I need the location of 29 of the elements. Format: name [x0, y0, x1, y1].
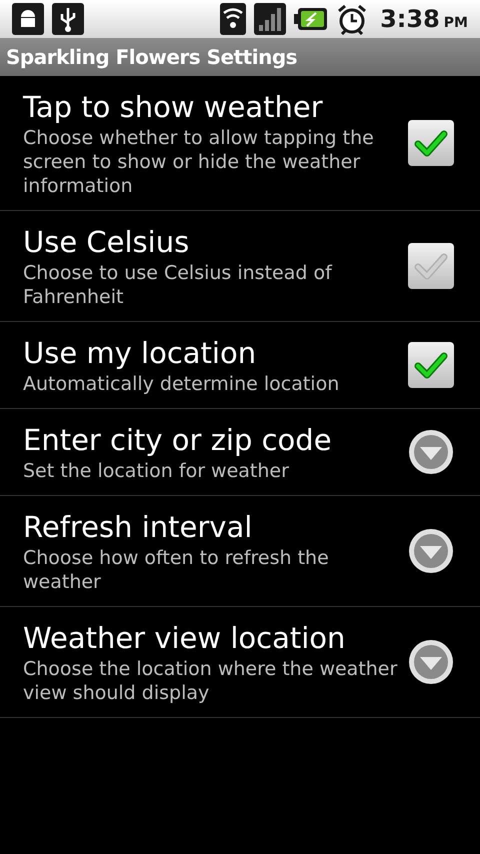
preference-summary: Choose to use Celsius instead of Fahrenheit — [23, 261, 334, 309]
alarm-clock-icon — [336, 3, 368, 35]
preference-item[interactable]: Weather view location Choose the location where the weather view should display — [0, 607, 480, 718]
preference-title: Tap to show weather — [23, 89, 324, 126]
preference-title: Use my location — [23, 335, 258, 372]
signal-icon — [254, 3, 286, 35]
checkbox[interactable] — [408, 243, 454, 289]
preference-summary: Choose the location where the weather view should display — [23, 657, 398, 705]
preference-summary: Automatically determine location — [23, 372, 340, 396]
checkbox[interactable] — [408, 120, 454, 166]
usb-icon — [52, 3, 84, 35]
preference-item[interactable]: Refresh interval Choose how often to refresh the weather — [0, 496, 480, 607]
window-title: Sparkling Flowers Settings — [6, 44, 298, 71]
status-ampm: PM — [444, 14, 468, 33]
preference-title: Refresh interval — [23, 509, 254, 546]
preference-item[interactable]: Use Celsius Choose to use Celsius instead of Fahrenheit — [0, 211, 480, 322]
battery-charging-icon — [294, 7, 328, 31]
preference-summary: Set the location for weather — [23, 459, 290, 483]
preference-item[interactable]: Enter city or zip code Set the location for weather — [0, 409, 480, 496]
preference-item[interactable]: Tap to show weather Choose whether to allow tapping the screen to show or hide the weather information — [0, 76, 480, 211]
preference-summary: Choose whether to allow tapping the screen to show or hide the weather information — [23, 126, 375, 198]
preference-title: Enter city or zip code — [23, 422, 333, 459]
checkbox[interactable] — [408, 342, 454, 388]
preference-title: Use Celsius — [23, 224, 190, 261]
wifi-icon — [220, 3, 246, 35]
status-time: 3:38 — [380, 4, 440, 35]
preference-item[interactable]: Use my location Automatically determine location — [0, 322, 480, 409]
preference-title: Weather view location — [23, 620, 346, 657]
preference-summary: Choose how often to refresh the weather — [23, 546, 330, 594]
